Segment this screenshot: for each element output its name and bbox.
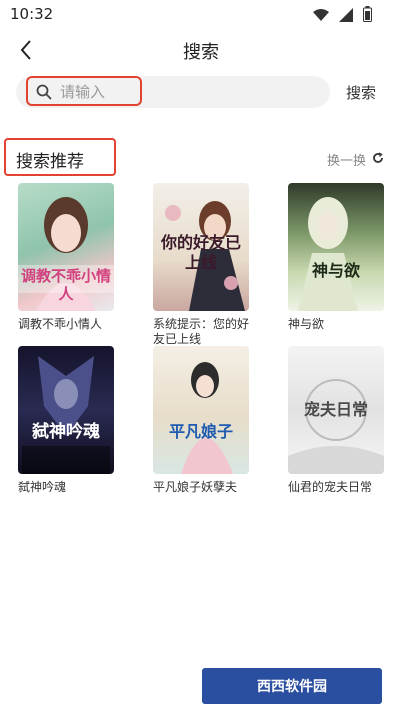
refresh-label: 换一换 <box>326 154 366 169</box>
book-item[interactable]: 平凡娘子 平凡娘子妖孽夫 <box>153 346 253 495</box>
watermark-text: 西西软件园 <box>257 679 327 695</box>
book-cover: 神与欲 <box>288 183 384 311</box>
wifi-icon <box>313 7 329 26</box>
book-title: 弑神吟魂 <box>18 480 67 494</box>
book-cover: 调教不乖小情人 <box>18 183 114 311</box>
cover-text: 弑神吟魂 <box>32 422 100 442</box>
cover-text: 神与欲 <box>311 261 360 280</box>
search-input[interactable] <box>60 78 300 106</box>
section-title: 搜索推荐 <box>16 152 84 172</box>
refresh-icon <box>372 151 384 168</box>
book-cover: 你的好友已上线 <box>153 183 249 311</box>
battery-icon <box>363 6 372 26</box>
status-icons <box>313 6 372 26</box>
book-item[interactable]: 你的好友已上线 系统提示：您的好友已上线 <box>153 183 253 347</box>
search-row: 搜索 <box>0 76 402 108</box>
recommend-header: 搜索推荐 换一换 <box>0 138 402 178</box>
book-item[interactable]: 神与欲 神与欲 <box>288 183 388 332</box>
header: 搜索 <box>0 30 402 74</box>
search-icon <box>36 84 52 104</box>
search-button[interactable]: 搜索 <box>346 82 376 103</box>
book-cover: 平凡娘子 <box>153 346 249 474</box>
book-cover: 弑神吟魂 <box>18 346 114 474</box>
book-item[interactable]: 宠夫日常 仙君的宠夫日常 <box>288 346 388 495</box>
book-title: 平凡娘子妖孽夫 <box>153 480 238 494</box>
status-time: 10:32 <box>10 5 54 23</box>
book-title: 调教不乖小情人 <box>18 317 103 331</box>
signal-icon <box>339 7 353 26</box>
refresh-button[interactable]: 换一换 <box>327 150 384 169</box>
page-title: 搜索 <box>183 42 219 63</box>
book-cover: 宠夫日常 <box>288 346 384 474</box>
cover-text: 宠夫日常 <box>303 400 368 419</box>
book-title: 系统提示：您的好友已上线 <box>153 317 250 346</box>
search-box[interactable] <box>16 76 330 108</box>
status-bar: 10:32 <box>0 0 402 28</box>
cover-text: 调教不乖小情人 <box>20 267 111 303</box>
book-item[interactable]: 弑神吟魂 弑神吟魂 <box>18 346 118 495</box>
watermark-logo: 西西软件园 <box>202 668 382 704</box>
cover-text: 平凡娘子 <box>168 422 233 441</box>
book-item[interactable]: 调教不乖小情人 调教不乖小情人 <box>18 183 118 332</box>
cover-text: 你的好友已上线 <box>160 233 241 272</box>
book-title: 仙君的宠夫日常 <box>288 480 373 494</box>
book-title: 神与欲 <box>288 317 325 331</box>
